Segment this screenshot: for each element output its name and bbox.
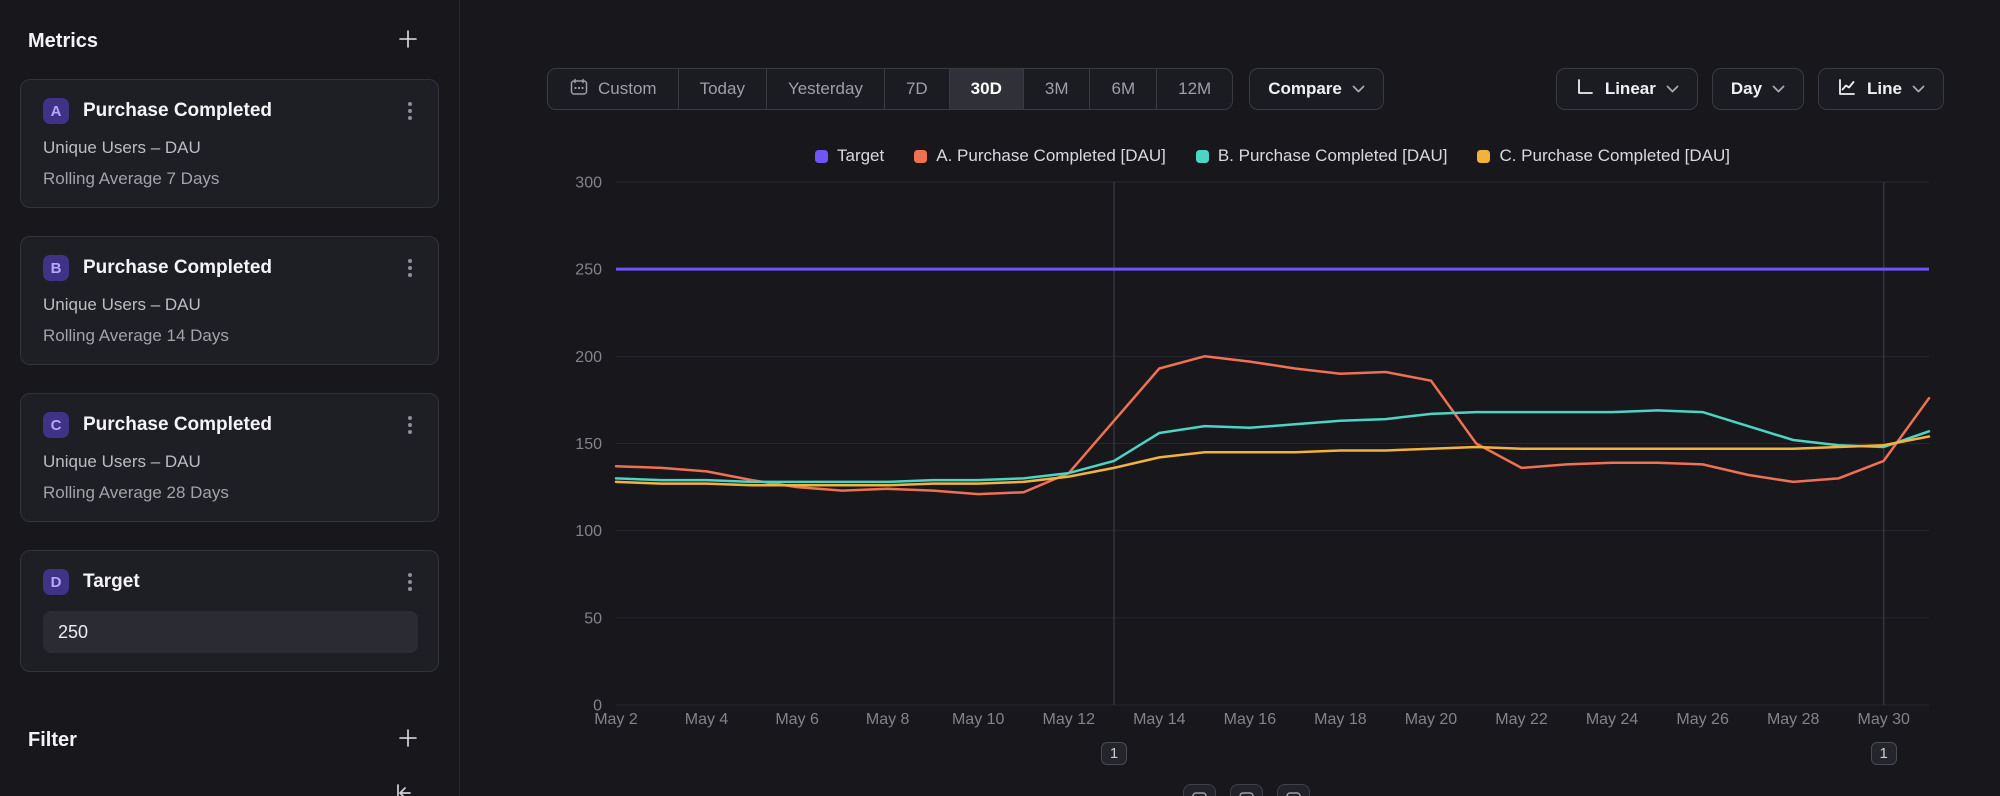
svg-text:100: 100	[575, 523, 602, 540]
chart-footer-actions	[1183, 784, 1310, 796]
metric-title: Purchase Completed	[83, 414, 402, 436]
metric-badge: C	[43, 412, 69, 438]
annotation-marker[interactable]: 1	[1101, 742, 1127, 765]
kebab-menu-icon[interactable]	[402, 568, 418, 596]
svg-text:May 24: May 24	[1586, 711, 1639, 728]
metric-measure: Unique Users – DAU	[43, 452, 418, 472]
svg-text:200: 200	[575, 349, 602, 366]
svg-text:May 10: May 10	[952, 711, 1005, 728]
metric-title: Purchase Completed	[83, 257, 402, 279]
svg-text:May 2: May 2	[594, 711, 638, 728]
svg-text:May 14: May 14	[1133, 711, 1186, 728]
target-value-input[interactable]: 250	[43, 611, 418, 653]
metric-card-header: B Purchase Completed	[43, 254, 418, 282]
chart-action-button-3[interactable]	[1277, 784, 1310, 796]
annotation-marker[interactable]: 1	[1871, 742, 1897, 765]
add-filter-button[interactable]	[397, 727, 419, 754]
svg-text:May 18: May 18	[1314, 711, 1367, 728]
line-chart-plot[interactable]: 050100150200250300May 2May 4May 6May 8Ma…	[461, 0, 2000, 796]
svg-text:May 6: May 6	[775, 711, 819, 728]
metric-badge: B	[43, 255, 69, 281]
metric-badge: A	[43, 98, 69, 124]
svg-text:150: 150	[575, 436, 602, 453]
chart-panel: Custom Today Yesterday 7D 30D 3M 6M 12M …	[461, 0, 2000, 796]
metric-card-header: A Purchase Completed	[43, 97, 418, 125]
metric-card-header: D Target	[43, 568, 418, 596]
metric-transform: Rolling Average 7 Days	[43, 169, 418, 189]
expand-icon	[1285, 791, 1302, 796]
metric-transform: Rolling Average 28 Days	[43, 483, 418, 503]
svg-text:250: 250	[575, 262, 602, 279]
svg-text:May 28: May 28	[1767, 711, 1820, 728]
collapse-sidebar-icon[interactable]	[393, 782, 415, 796]
metric-transform: Rolling Average 14 Days	[43, 326, 418, 346]
metric-card-header: C Purchase Completed	[43, 411, 418, 439]
metric-title: Target	[83, 571, 402, 593]
target-card[interactable]: D Target 250	[20, 550, 439, 672]
svg-text:May 16: May 16	[1224, 711, 1277, 728]
chart-action-button-2[interactable]	[1230, 784, 1263, 796]
filter-title: Filter	[28, 729, 77, 752]
metric-card-c[interactable]: C Purchase Completed Unique Users – DAU …	[20, 393, 439, 522]
plus-icon	[397, 727, 419, 754]
metrics-title: Metrics	[28, 30, 98, 53]
metric-badge: D	[43, 569, 69, 595]
kebab-menu-icon[interactable]	[402, 254, 418, 282]
svg-text:May 8: May 8	[866, 711, 910, 728]
svg-text:May 12: May 12	[1043, 711, 1096, 728]
svg-text:May 4: May 4	[685, 711, 729, 728]
metric-measure: Unique Users – DAU	[43, 295, 418, 315]
svg-text:May 30: May 30	[1857, 711, 1910, 728]
chart-action-button-1[interactable]	[1183, 784, 1216, 796]
metric-title: Purchase Completed	[83, 100, 402, 122]
svg-text:May 20: May 20	[1405, 711, 1458, 728]
svg-text:50: 50	[584, 610, 602, 627]
plus-icon	[397, 28, 419, 55]
metrics-sidebar: Metrics A Purchase Completed Unique User…	[0, 0, 460, 796]
svg-text:May 26: May 26	[1676, 711, 1729, 728]
metric-card-a[interactable]: A Purchase Completed Unique Users – DAU …	[20, 79, 439, 208]
svg-text:300: 300	[575, 175, 602, 192]
kebab-menu-icon[interactable]	[402, 411, 418, 439]
metric-card-b[interactable]: B Purchase Completed Unique Users – DAU …	[20, 236, 439, 365]
kebab-menu-icon[interactable]	[402, 97, 418, 125]
metric-measure: Unique Users – DAU	[43, 138, 418, 158]
app-root: Metrics A Purchase Completed Unique User…	[0, 0, 2000, 796]
annotation-icon	[1191, 791, 1208, 796]
filter-header: Filter	[28, 727, 419, 754]
metrics-header: Metrics	[28, 28, 419, 55]
add-metric-button[interactable]	[397, 28, 419, 55]
alert-icon	[1238, 791, 1255, 796]
svg-text:May 22: May 22	[1495, 711, 1548, 728]
